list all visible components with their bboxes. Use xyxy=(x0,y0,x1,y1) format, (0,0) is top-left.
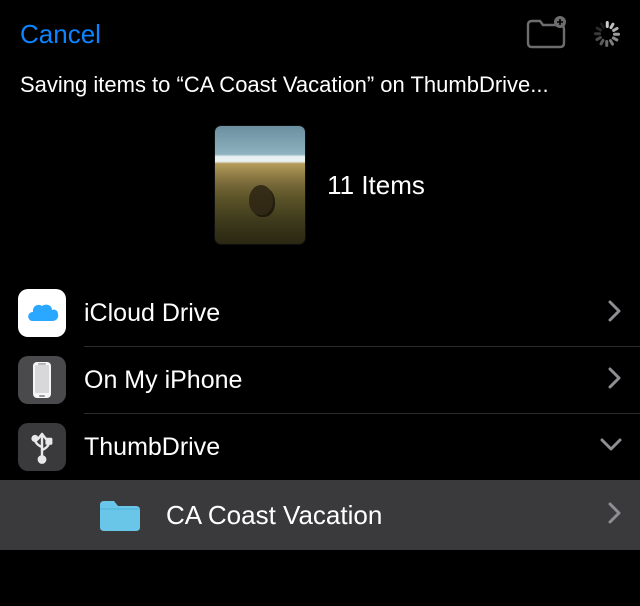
status-text: Saving items to “CA Coast Vacation” on T… xyxy=(0,64,640,98)
item-thumbnail xyxy=(215,126,305,244)
folder-icon xyxy=(96,495,144,535)
cancel-button[interactable]: Cancel xyxy=(20,19,101,50)
chevron-right-icon xyxy=(608,300,622,327)
iphone-icon xyxy=(18,356,66,404)
location-row-thumbdrive[interactable]: ThumbDrive xyxy=(0,414,640,480)
location-row-on-my-iphone[interactable]: On My iPhone xyxy=(0,347,640,413)
location-row-icloud-drive[interactable]: iCloud Drive xyxy=(0,280,640,346)
locations-list: iCloud Drive On My iPhone xyxy=(0,280,640,550)
chevron-right-icon xyxy=(608,502,622,529)
chevron-down-icon xyxy=(600,438,622,457)
item-count-label: 11 Items xyxy=(327,170,425,201)
new-folder-icon[interactable] xyxy=(524,15,566,54)
save-to-files-sheet: Cancel Saving items to “CA Coast Vacatio… xyxy=(0,0,640,606)
preview-row: 11 Items xyxy=(0,98,640,280)
usb-icon xyxy=(18,423,66,471)
chevron-right-icon xyxy=(608,367,622,394)
activity-spinner-icon xyxy=(594,21,620,47)
navbar: Cancel xyxy=(0,0,640,64)
icloud-drive-icon xyxy=(18,289,66,337)
location-label: ThumbDrive xyxy=(84,433,600,462)
subfolder-label: CA Coast Vacation xyxy=(166,500,608,531)
navbar-right xyxy=(524,15,620,54)
location-label: iCloud Drive xyxy=(84,299,608,328)
subfolder-row-ca-coast-vacation[interactable]: CA Coast Vacation xyxy=(0,480,640,550)
location-label: On My iPhone xyxy=(84,366,608,395)
